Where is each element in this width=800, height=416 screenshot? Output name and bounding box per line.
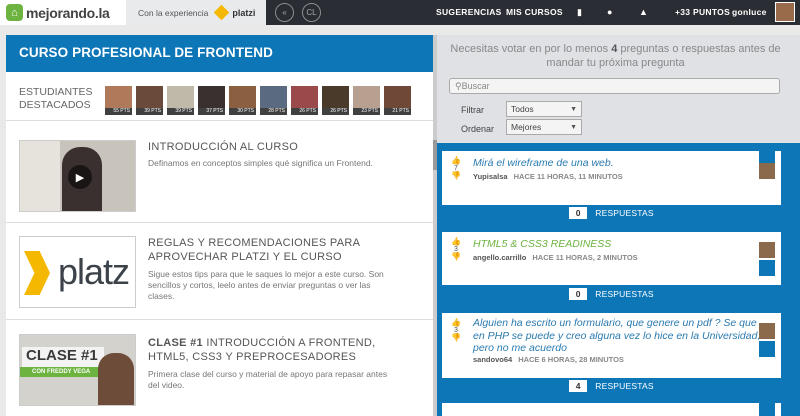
thumbs-up-icon[interactable]: 👍 [450, 238, 462, 246]
cl-icon[interactable]: CL [302, 3, 321, 22]
answers-count: 0 [569, 288, 588, 300]
thumbs-down-icon[interactable]: 👎 [450, 172, 462, 180]
answers-count: 0 [569, 207, 588, 219]
student-avatar[interactable]: 26 PTS [291, 86, 318, 115]
nav-sugerencias[interactable]: SUGERENCIAS [436, 7, 502, 17]
lesson-title[interactable]: INTRODUCCIÓN AL CURSO [148, 140, 388, 154]
platzi-logo-icon [214, 4, 230, 21]
class-badge: CLASE #1 [26, 347, 98, 364]
vote-control: 👍 3 👎 [450, 319, 462, 342]
search-input[interactable]: ⚲Buscar [449, 78, 780, 94]
student-avatar[interactable]: 55 PTS [105, 86, 132, 115]
answers-bar[interactable]: 0 RESPUESTAS [442, 205, 781, 222]
question-text[interactable]: Mirá el wireframe de una web. [473, 157, 763, 170]
author-avatar[interactable] [759, 242, 775, 258]
question-card[interactable] [442, 403, 781, 416]
username[interactable]: gonluce [732, 7, 767, 17]
points-label: +33 PUNTOS [675, 7, 731, 17]
play-icon[interactable]: ▶ [68, 165, 92, 189]
question-text[interactable]: Alguien ha escrito un formulario, que ge… [473, 317, 763, 355]
lesson-title[interactable]: CLASE #1 INTRODUCCIÓN A FRONTEND, HTML5,… [148, 336, 388, 364]
student-avatar[interactable]: 39 PTS [136, 86, 163, 115]
back-icon[interactable]: « [275, 3, 294, 22]
class-author-badge: CON FREDDY VEGA [20, 367, 104, 377]
lesson-desc: Definamos en conceptos simples qué signi… [148, 158, 373, 168]
lesson-desc: Sigue estos tips para que le saques lo m… [148, 269, 384, 301]
nav-mis-cursos[interactable]: MIS CURSOS [506, 7, 563, 17]
filter-select[interactable]: Todos ▼ [506, 101, 582, 117]
book-icon[interactable]: ▮ [577, 7, 582, 18]
student-avatar[interactable]: 39 PTS [167, 86, 194, 115]
featured-students: ESTUDIANTES DESTACADOS 55 PTS 39 PTS 39 … [6, 72, 433, 121]
thumbs-down-icon[interactable]: 👎 [450, 334, 462, 342]
platzi-name: platzi [232, 7, 256, 18]
bookmark-icon[interactable] [759, 341, 775, 357]
vote-notice: Necesitas votar en por lo menos 4 pregun… [450, 43, 781, 69]
logo[interactable]: ⌂ mejorando.la [0, 0, 126, 25]
vote-control: 👍 3 👎 [450, 238, 462, 261]
answers-bar[interactable]: 0 RESPUESTAS [442, 286, 781, 303]
lesson-item[interactable]: platz REGLAS Y RECOMENDACIONES PARA APRO… [6, 223, 433, 320]
lesson-thumbnail[interactable]: platz [19, 236, 136, 308]
question-meta: sandovo64 HACE 6 HORAS, 28 MINUTOS [473, 355, 624, 364]
answers-bar[interactable]: 4 RESPUESTAS [442, 378, 781, 395]
lesson-item[interactable]: ▶ INTRODUCCIÓN AL CURSO Definamos en con… [6, 121, 433, 223]
user-avatar[interactable] [775, 2, 795, 22]
experience-banner: Con la experiencia platzi [126, 0, 266, 25]
thumbs-up-icon[interactable]: 👍 [450, 157, 462, 165]
question-card[interactable]: 👍 3 👎 HTML5 & CSS3 READINESS angello.car… [442, 232, 781, 285]
author-avatar[interactable] [759, 323, 775, 339]
chevron-down-icon: ▼ [570, 106, 577, 113]
author-avatar[interactable] [759, 163, 775, 179]
search-icon: ⚲ [455, 81, 462, 91]
question-meta: Yupisalsa HACE 11 HORAS, 11 MINUTOS [473, 172, 623, 181]
logo-tld: .la [94, 4, 110, 21]
vote-control: 👍 7 👎 [450, 157, 462, 180]
bell-icon[interactable]: ▲ [639, 7, 648, 17]
lesson-item[interactable]: CLASE #1 CON FREDDY VEGA CLASE #1 INTROD… [6, 320, 433, 416]
logo-icon: ⌂ [6, 4, 23, 21]
top-bar: ⌂ mejorando.la Con la experiencia platzi… [0, 0, 800, 25]
student-avatar[interactable]: 37 PTS [198, 86, 225, 115]
student-avatar[interactable]: 21 PTS [384, 86, 411, 115]
logo-text: mejorando [26, 4, 95, 21]
thumbs-up-icon[interactable]: 👍 [450, 319, 462, 327]
answers-count: 4 [569, 380, 588, 392]
bookmark-icon[interactable] [759, 403, 775, 416]
lesson-desc: Primera clase del curso y material de ap… [148, 369, 388, 390]
course-title: CURSO PROFESIONAL DE FRONTEND [6, 35, 433, 72]
question-text[interactable]: HTML5 & CSS3 READINESS [473, 238, 763, 251]
bookmark-icon[interactable] [759, 260, 775, 276]
chevron-down-icon: ▼ [570, 124, 577, 131]
experience-label: Con la experiencia [138, 7, 209, 18]
chat-icon[interactable]: ● [607, 7, 612, 17]
question-card[interactable]: 👍 7 👎 Mirá el wireframe de una web. Yupi… [442, 151, 781, 205]
thumbs-down-icon[interactable]: 👎 [450, 253, 462, 261]
question-meta: angello.carrillo HACE 11 HORAS, 2 MINUTOS [473, 253, 638, 262]
student-avatar[interactable]: 28 PTS [260, 86, 287, 115]
course-panel: CURSO PROFESIONAL DE FRONTEND ESTUDIANTE… [6, 35, 433, 416]
filter-label: Filtrar [461, 105, 484, 115]
student-avatar[interactable]: 23 PTS [353, 86, 380, 115]
lesson-thumbnail[interactable]: ▶ [19, 140, 136, 212]
lesson-thumbnail[interactable]: CLASE #1 CON FREDDY VEGA [19, 334, 136, 406]
lesson-title[interactable]: REGLAS Y RECOMENDACIONES PARA APROVECHAR… [148, 236, 388, 264]
platzi-wordmark: platz [58, 251, 130, 292]
student-avatar[interactable]: 26 PTS [322, 86, 349, 115]
order-select[interactable]: Mejores ▼ [506, 119, 582, 135]
students-label: ESTUDIANTES DESTACADOS [19, 86, 93, 111]
question-card[interactable]: 👍 3 👎 Alguien ha escrito un formulario, … [442, 313, 781, 378]
platzi-logo-icon [24, 251, 50, 295]
order-label: Ordenar [461, 124, 495, 134]
student-avatar[interactable]: 30 PTS [229, 86, 256, 115]
